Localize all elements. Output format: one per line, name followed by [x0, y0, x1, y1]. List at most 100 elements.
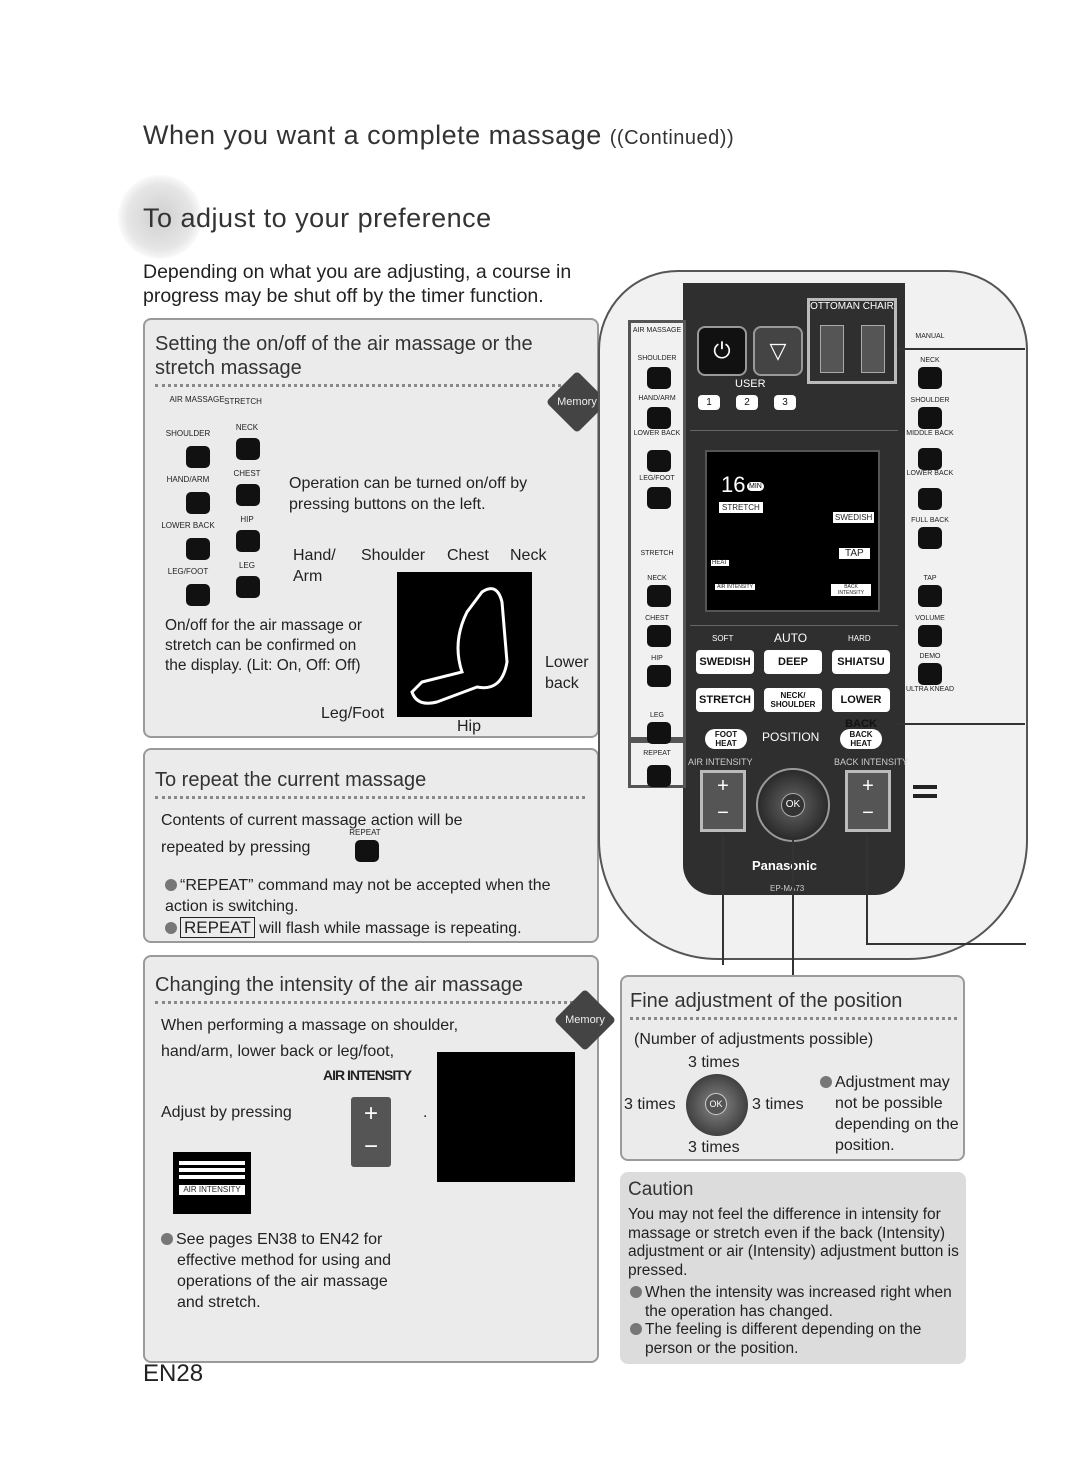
times-down: 3 times [688, 1139, 740, 1156]
remote-stretch-label: HIP [651, 655, 663, 662]
caution-title: Caution [628, 1179, 694, 1200]
remote-stretch-button[interactable] [647, 722, 671, 744]
reclined-body-icon [410, 587, 509, 705]
remote-air-button[interactable] [647, 367, 671, 389]
caution-box: Caution You may not feel the difference … [620, 1172, 966, 1364]
repeat-bullet1: “REPEAT” command may not be accepted whe… [165, 877, 551, 915]
period: . [423, 1104, 428, 1121]
course-button[interactable]: SWEDISH [696, 650, 754, 674]
air-line1: When performing a massage on shoulder, [161, 1017, 459, 1034]
auto-label: AUTO [774, 631, 808, 645]
remote-manual-label: SHOULDER [910, 397, 950, 404]
onoff-section: Setting the on/off of the air massage or… [143, 318, 599, 738]
equals-sign [913, 785, 937, 789]
remote-manual-label: NECK [920, 357, 940, 364]
remote-stretch-label: STRETCH [640, 550, 674, 557]
page-number: EN28 [143, 1360, 204, 1387]
divider [690, 430, 898, 431]
remote-manual-button[interactable] [918, 488, 942, 510]
remote-stretch-button[interactable] [647, 585, 671, 607]
remote-manual-button[interactable] [918, 448, 942, 470]
lcd-swedish: SWEDISH [833, 512, 875, 523]
remote-back-intensity-button[interactable]: + − [845, 770, 891, 832]
minus-icon[interactable]: − [351, 1130, 391, 1163]
stretch-button[interactable] [236, 484, 260, 506]
repeat-line1: Contents of current massage action will … [161, 812, 463, 829]
bullet-icon [165, 879, 177, 891]
section-title: Fine adjustment of the position [630, 989, 957, 1020]
remote-air-label: SHOULDER [637, 355, 677, 362]
course-button[interactable]: LOWER BACK [832, 688, 890, 730]
remote-manual-label: LOWER BACK [906, 470, 954, 477]
chair-button[interactable] [861, 325, 885, 373]
soft-label: SOFT [712, 634, 734, 643]
ok-button[interactable]: OK [781, 793, 805, 817]
air-button[interactable] [186, 584, 210, 606]
air-body-diagram [437, 1052, 575, 1182]
remote-air-button[interactable] [647, 487, 671, 509]
bullet-icon [630, 1286, 642, 1298]
remote-manual-button[interactable] [918, 527, 942, 549]
remote-manual-button[interactable] [918, 625, 942, 647]
power-icon: ⏻ [713, 338, 731, 363]
adjust-text: Adjust by pressing [161, 1104, 292, 1121]
user-button[interactable]: 2 [736, 395, 758, 410]
user-button[interactable]: 1 [698, 395, 720, 410]
remote-manual-label: VOLUME [915, 615, 945, 622]
bullet-icon [630, 1323, 642, 1335]
lcd-display: 16 MIN STRETCH SWEDISH TAP HEAT AIR INTE… [705, 450, 880, 612]
remote-air-intensity-button[interactable]: + − [700, 770, 746, 832]
stop-icon: ▽ [769, 338, 787, 363]
user-button[interactable]: 3 [774, 395, 796, 410]
course-button[interactable]: DEEP [764, 650, 822, 674]
section-title: To repeat the current massage [155, 768, 585, 799]
heading-suffix: (Continued) [616, 127, 727, 149]
times-up: 3 times [688, 1054, 740, 1071]
air-button[interactable] [186, 446, 210, 468]
label-hip: Hip [457, 718, 482, 735]
remote-stretch-button[interactable] [647, 665, 671, 687]
ottoman-button[interactable] [820, 325, 844, 373]
remote-repeat-button[interactable] [647, 765, 671, 787]
stretch-label: LEG [238, 561, 255, 570]
callout-line [722, 835, 724, 965]
foot-heat-button[interactable]: FOOT HEAT [705, 729, 747, 749]
ottoman-chair-label: OTTOMAN CHAIR [810, 301, 894, 312]
remote-manual-button[interactable] [918, 585, 942, 607]
position-dpad[interactable]: OK [756, 768, 830, 842]
course-button[interactable]: STRETCH [696, 688, 754, 712]
position-section: Fine adjustment of the position (Number … [620, 975, 965, 1161]
remote-manual-label: TAP [923, 575, 937, 582]
remote-manual-button[interactable] [918, 663, 942, 685]
air-button[interactable] [186, 492, 210, 514]
remote-manual-button[interactable] [918, 407, 942, 429]
stretch-button[interactable] [236, 576, 260, 598]
ottoman-chair-group: OTTOMAN CHAIR [807, 298, 897, 384]
remote-manual-label: DEMO [919, 653, 941, 660]
remote-stretch-label: LEG [649, 712, 664, 719]
air-intensity-button[interactable]: + − [351, 1097, 391, 1167]
repeat-button[interactable] [355, 840, 379, 862]
bullet-icon [165, 922, 177, 934]
plus-icon[interactable]: + [351, 1097, 391, 1130]
body-diagram [397, 572, 532, 717]
power-button[interactable]: ⏻ [697, 326, 747, 376]
remote-air-button[interactable] [647, 450, 671, 472]
course-button[interactable]: SHIATSU [832, 650, 890, 674]
bullet-icon [820, 1076, 832, 1088]
stretch-button[interactable] [236, 438, 260, 460]
remote-stretch-button[interactable] [647, 625, 671, 647]
air-button[interactable] [186, 538, 210, 560]
repeat-button-label: REPEAT [349, 828, 381, 837]
ok-icon: OK [705, 1093, 727, 1115]
stretch-button[interactable] [236, 530, 260, 552]
callout-line [792, 840, 794, 975]
lcd-min: MIN [747, 482, 764, 491]
stop-button[interactable]: ▽ [753, 326, 803, 376]
remote-manual-button[interactable] [918, 367, 942, 389]
course-button[interactable]: NECK/ SHOULDER [764, 688, 822, 712]
remote-air-button[interactable] [647, 407, 671, 429]
position-note: Adjustment may not be possible depending… [835, 1074, 959, 1154]
intro-text: Depending on what you are adjusting, a c… [143, 261, 572, 307]
remote-repeat-label: REPEAT [643, 750, 671, 757]
